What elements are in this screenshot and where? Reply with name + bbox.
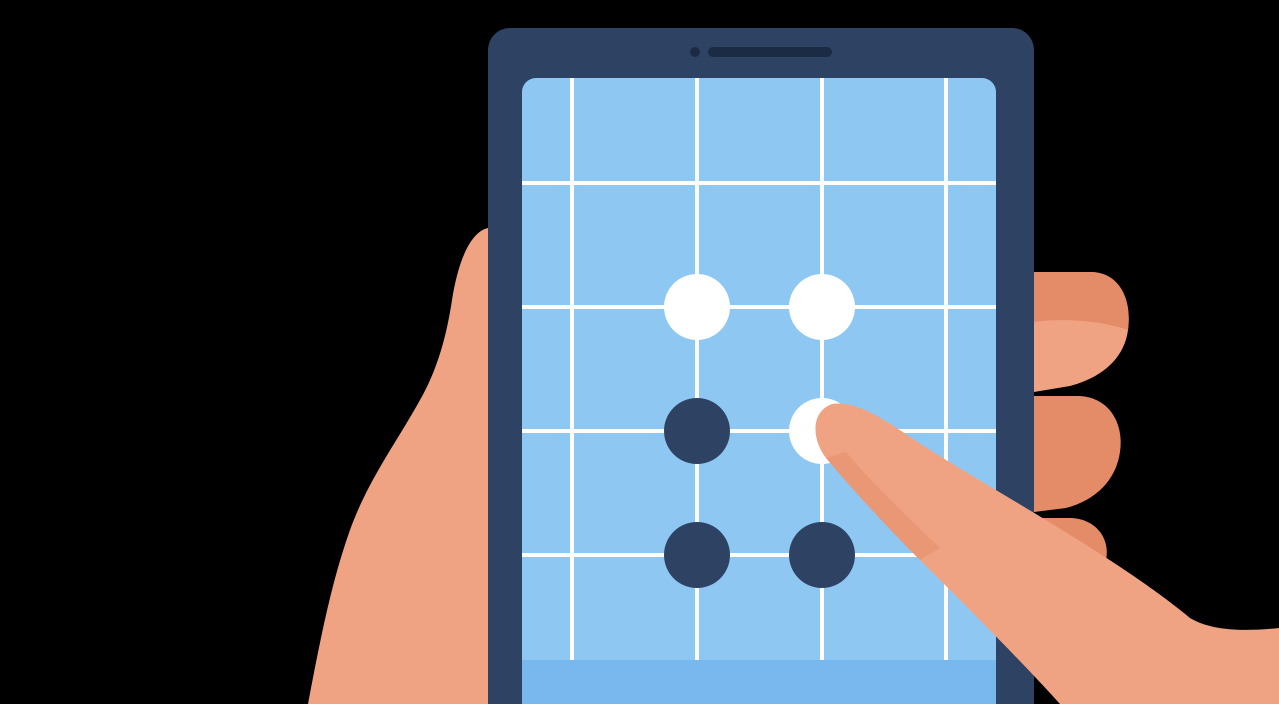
illustration-scene xyxy=(0,0,1279,704)
phone-speaker-icon xyxy=(708,47,832,57)
pattern-dot-inactive[interactable] xyxy=(664,522,730,588)
pattern-dot-inactive[interactable] xyxy=(789,522,855,588)
front-camera-icon xyxy=(690,47,700,57)
screen-bottom-panel xyxy=(522,660,996,704)
pattern-dot-active[interactable] xyxy=(664,274,730,340)
screen-background xyxy=(522,78,996,704)
pattern-dot-active[interactable] xyxy=(789,274,855,340)
pattern-dot-inactive[interactable] xyxy=(664,398,730,464)
phone-screen xyxy=(522,78,996,704)
